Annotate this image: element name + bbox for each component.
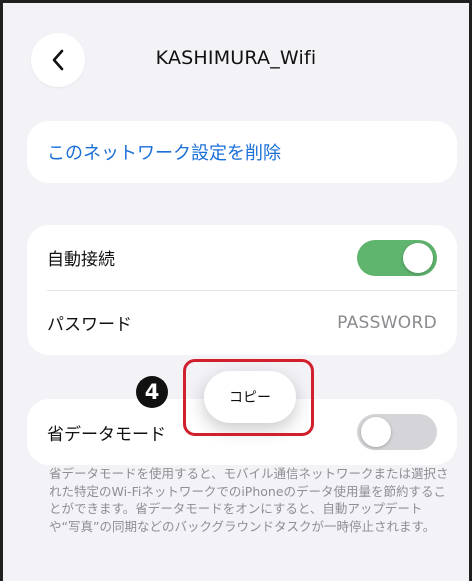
low-data-mode-label: 省データモード: [47, 424, 166, 445]
step-number-badge: 4: [136, 376, 168, 408]
toggle-knob: [361, 417, 391, 447]
low-data-mode-description: 省データモードを使用すると、モバイル通信ネットワークまたは選択された特定のWi-…: [49, 466, 449, 534]
forget-network-button[interactable]: このネットワーク設定を削除: [27, 121, 457, 183]
low-data-mode-toggle[interactable]: [357, 414, 437, 450]
annotation-highlight-box: [183, 359, 314, 436]
password-label: パスワード: [47, 315, 132, 335]
network-settings-group: 自動接続 パスワード PASSWORD: [27, 225, 457, 355]
password-row[interactable]: パスワード PASSWORD: [47, 290, 437, 355]
toggle-knob: [403, 242, 433, 273]
wifi-detail-screen: KASHIMURA_Wifi このネットワーク設定を削除 自動接続 パスワード …: [0, 0, 472, 581]
page-title: KASHIMURA_Wifi: [155, 47, 317, 69]
password-value[interactable]: PASSWORD: [337, 313, 437, 333]
forget-network-label: このネットワーク設定を削除: [47, 143, 281, 164]
auto-join-label: 自動接続: [47, 250, 115, 270]
auto-join-row: 自動接続: [47, 225, 437, 290]
auto-join-toggle[interactable]: [357, 239, 437, 276]
